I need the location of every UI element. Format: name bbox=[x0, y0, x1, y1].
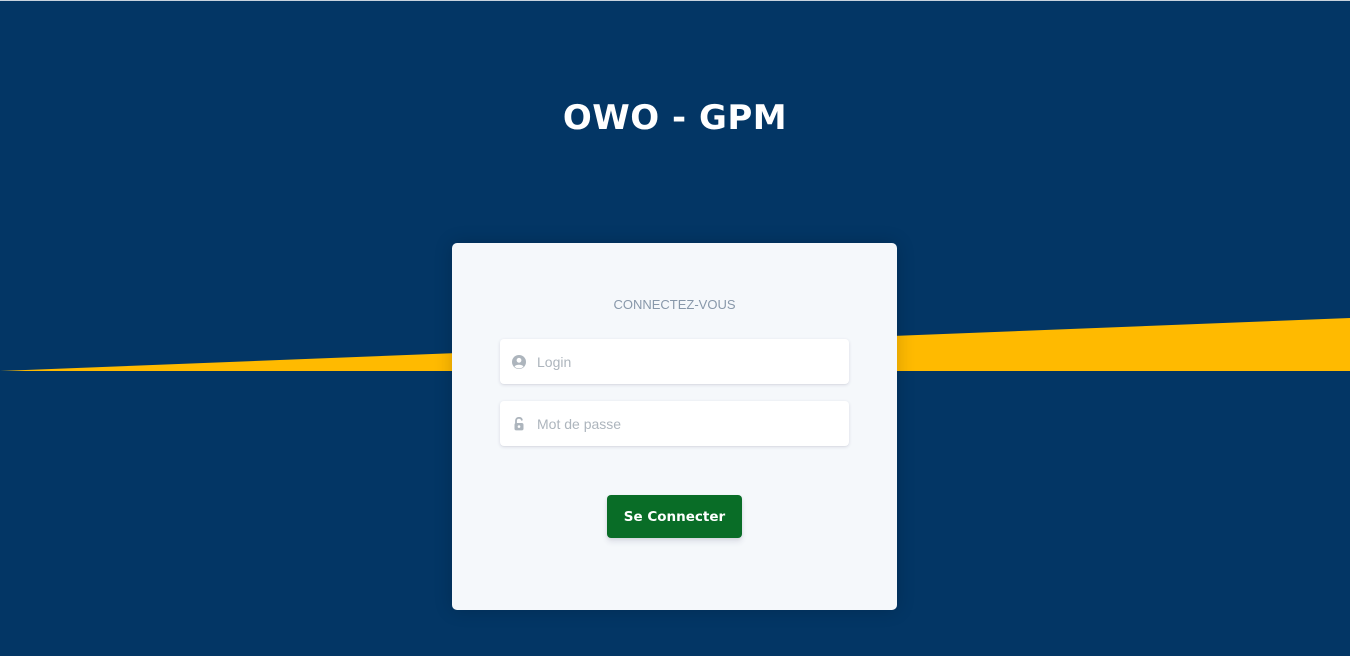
password-input[interactable] bbox=[537, 415, 827, 432]
user-circle-icon bbox=[512, 354, 526, 369]
app-title: OWO - GPM bbox=[562, 98, 788, 138]
login-input[interactable] bbox=[537, 353, 827, 370]
login-card: CONNECTEZ-VOUS Se Connecter bbox=[452, 243, 897, 610]
unlock-icon bbox=[512, 416, 526, 431]
login-field[interactable] bbox=[500, 339, 849, 384]
login-heading: CONNECTEZ-VOUS bbox=[613, 297, 736, 312]
login-button[interactable]: Se Connecter bbox=[607, 495, 742, 538]
password-field[interactable] bbox=[500, 401, 849, 446]
